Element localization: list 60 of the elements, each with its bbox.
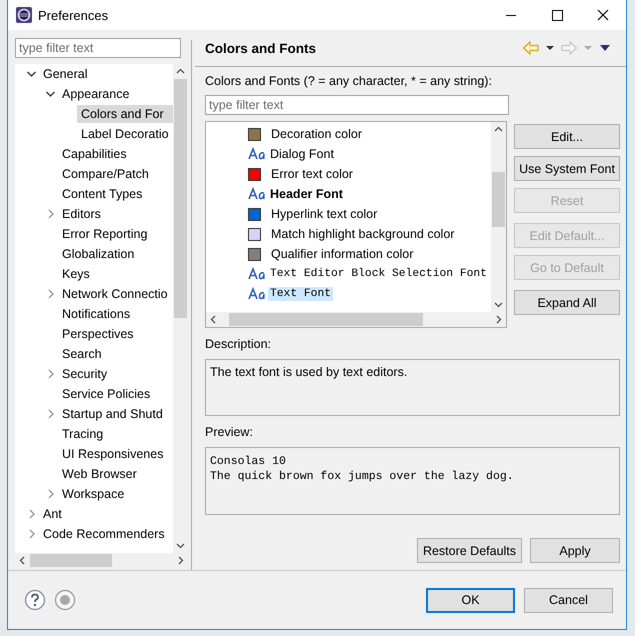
list-item[interactable]: Header Font [268,186,345,202]
tree-item[interactable]: Web Browser [58,465,140,483]
dialog-button[interactable]: Cancel [524,588,613,612]
tree-item[interactable]: Perspectives [58,325,137,343]
list-item[interactable]: Qualifier information color [269,246,416,262]
font-icon [248,267,266,281]
record-icon[interactable] [54,589,76,611]
help-icon[interactable] [24,589,46,611]
list-item[interactable]: Hyperlink text color [269,206,380,222]
preview-text: The quick brown fox jumps over the lazy dog. [210,469,515,484]
tree-item[interactable]: Search [58,345,105,363]
description-label: Description: [205,337,272,353]
app-icon [16,7,32,23]
tree-item[interactable]: General [39,65,90,83]
page-title: Colors and Fonts [205,40,316,56]
tree-item[interactable]: Label Decoratio [77,125,172,143]
tree-item[interactable]: Code Recommenders [39,525,168,543]
window-title: Preferences [38,8,110,22]
tree-item[interactable]: Capabilities [58,145,130,163]
tree-item[interactable]: Colors and For [77,105,173,123]
list-item[interactable]: Match highlight background color [269,226,456,242]
action-button[interactable]: Edit... [514,124,620,149]
dialog-button[interactable]: OK [426,588,515,612]
tree-item[interactable]: UI Responsivenes [58,445,166,463]
tree-item[interactable]: Globalization [58,245,138,263]
list-item[interactable]: Text Font [268,287,334,301]
action-button[interactable]: Use System Font [514,156,620,181]
vertical-scrollbar[interactable] [491,122,506,312]
tree-item[interactable]: Error Reporting [58,225,150,243]
tree-item[interactable]: Workspace [58,485,128,503]
action-button[interactable]: Expand All [514,290,620,315]
tree-item[interactable]: Compare/Patch [58,165,152,183]
horizontal-scrollbar[interactable] [15,553,188,568]
tree-item[interactable]: Security [58,365,110,383]
list-item[interactable]: Decoration color [269,126,364,142]
description-text: The text font is used by text editors. [210,365,408,379]
preview-label: Preview: [205,425,254,441]
tree-item[interactable]: Service Policies [58,385,154,403]
tree-item[interactable]: Appearance [58,85,132,103]
tree-item[interactable]: Ant [39,505,65,523]
filter-field[interactable]: type filter text [205,95,509,115]
font-icon [248,287,266,301]
font-icon [248,187,266,201]
font-icon [248,147,266,161]
tree-item[interactable]: Notifications [58,305,134,323]
filter-label: Colors and Fonts (? = any character, * = any string): [205,74,493,90]
tree-item[interactable]: Network Connectio [58,285,171,303]
list-item[interactable]: Text Editor Block Selection Font [268,267,489,281]
tree-item[interactable]: Startup and Shutd [58,405,166,423]
page-button[interactable]: Apply [530,538,620,563]
filter-field[interactable]: type filter text [15,38,181,58]
list-item[interactable]: Dialog Font [268,146,336,162]
page-button[interactable]: Restore Defaults [417,538,522,563]
preview-text: Consolas 10 [210,454,287,469]
tree-item[interactable]: Tracing [58,425,106,443]
tree-item[interactable]: Editors [58,205,104,223]
list-item[interactable]: Error text color [269,166,355,182]
tree-item[interactable]: Content Types [58,185,146,203]
tree-item[interactable]: Keys [58,265,93,283]
horizontal-scrollbar[interactable] [206,312,506,327]
